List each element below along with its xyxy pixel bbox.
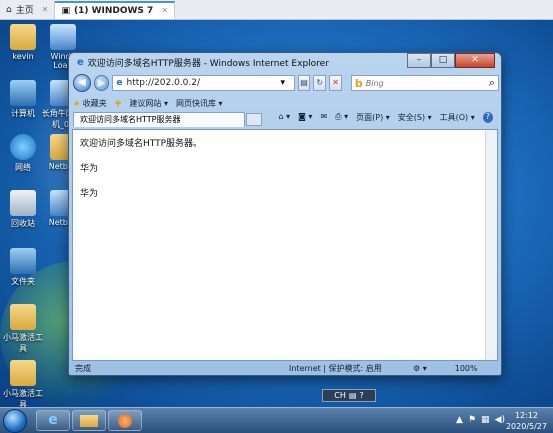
window-title: 欢迎访问多域名HTTP服务器 - Windows Internet Explor… (87, 58, 329, 69)
zoom-level[interactable]: 100% (455, 364, 478, 373)
status-text: 完成 (75, 364, 91, 373)
desktop: kevin Windo Load 计算机 长角牛网 控机_01 网络 Netbo… (0, 20, 553, 407)
minimize-button[interactable]: – (407, 53, 431, 68)
taskbar-media-player-button[interactable] (108, 410, 142, 431)
address-bar[interactable]: e ▾ (112, 75, 295, 91)
search-input[interactable] (365, 78, 486, 88)
folder-icon (10, 360, 36, 386)
window-controls: – □ ✕ (407, 53, 495, 68)
home-icon: ⌂ (6, 4, 12, 15)
taskbar: e ▲ ⚑ ▦ ◀) 12:12 2020/5/27 (0, 407, 553, 433)
network-tray-icon[interactable]: ▦ (481, 415, 490, 425)
feeds-icon[interactable]: ◙ ▾ (298, 112, 312, 123)
favorites-bar: ★ 收藏夹 ✚ 建议网站 ▾ 网页快讯库 ▾ (73, 96, 499, 111)
app-icon (50, 24, 76, 50)
vm-icon: ▣ (61, 5, 70, 16)
status-bar: 完成 Internet | 保护模式: 启用 ⚙ ▾ 100% (72, 362, 498, 375)
keyboard-icon: ▤ (348, 391, 357, 400)
start-button[interactable] (3, 409, 27, 433)
clock-date: 2020/5/27 (505, 422, 547, 431)
add-favorite-icon[interactable]: ✚ (115, 99, 122, 108)
taskbar-ie-button[interactable]: e (36, 410, 70, 431)
network-icon (10, 134, 36, 160)
forward-button[interactable]: ▶ (93, 75, 110, 91)
back-button[interactable]: ◀ (73, 74, 91, 92)
navigation-bar: ◀ ▶ e ▾ ▤ ↻ ✕ b ⌕ (73, 72, 499, 94)
desktop-icon-label: 文件夹 (11, 277, 35, 286)
volume-icon[interactable]: ◀) (495, 415, 505, 425)
clock-time: 12:12 (514, 411, 539, 420)
close-button[interactable]: ✕ (455, 53, 495, 68)
desktop-icon-activator-2[interactable]: 小马激活工具 (0, 360, 46, 407)
flag-icon[interactable]: ⚑ (468, 415, 476, 425)
stop-button[interactable]: ✕ (329, 75, 342, 91)
maximize-button[interactable]: □ (431, 53, 455, 68)
host-tab-vm-label: (1) WINDOWS 7 (73, 5, 154, 16)
desktop-icon-app[interactable]: 文件夹 (0, 248, 46, 287)
notification-icon[interactable]: ▲ (456, 415, 463, 425)
print-icon[interactable]: ⎙ ▾ (335, 112, 348, 123)
ie-logo-icon: e (77, 56, 84, 68)
safety-menu[interactable]: 安全(S) ▾ (398, 112, 432, 123)
host-tab-home[interactable]: ⌂ 主页 ✕ (0, 0, 56, 19)
star-icon: ★ (73, 99, 81, 108)
folder-icon (80, 415, 98, 427)
user-folder-icon (10, 24, 36, 50)
desktop-icon-label: 小马激活工具 (3, 389, 43, 407)
refresh-button[interactable]: ↻ (313, 75, 327, 91)
ie-logo-icon: e (48, 412, 58, 428)
suggested-sites-link[interactable]: 建议网站 ▾ (129, 98, 168, 109)
system-tray: ▲ ⚑ ▦ ◀) (456, 415, 505, 425)
page-menu[interactable]: 页面(P) ▾ (356, 112, 390, 123)
ie-page-icon: e (116, 78, 123, 88)
compatibility-button[interactable]: ▤ (297, 75, 311, 91)
host-tab-home-label: 主页 (15, 6, 34, 16)
language-label: CH (334, 391, 346, 400)
bing-icon: b (354, 76, 363, 90)
title-bar[interactable]: e 欢迎访问多域名HTTP服务器 - Windows Internet Expl… (69, 53, 501, 71)
clock[interactable]: 12:12 2020/5/27 (506, 410, 547, 432)
help-icon: ? (359, 391, 364, 400)
taskbar-explorer-button[interactable] (72, 410, 106, 431)
desktop-icon-label: 小马激活工具 (3, 333, 43, 353)
content-line: 华为 (80, 164, 99, 174)
desktop-icon-activator-1[interactable]: 小马激活工具 (0, 304, 46, 354)
host-tab-bar: ⌂ 主页 ✕ ▣ (1) WINDOWS 7 ✕ (0, 0, 553, 20)
folder-icon (10, 304, 36, 330)
content-line: 华为 (80, 189, 99, 199)
tab-current-page[interactable]: 欢迎访问多域名HTTP服务器 (73, 112, 245, 127)
vertical-scrollbar[interactable] (485, 130, 497, 360)
protected-mode-icon[interactable]: ⚙ ▾ (413, 364, 427, 373)
app-icon (10, 248, 36, 274)
page-content: 欢迎访问多域名HTTP服务器。 华为 华为 (72, 129, 498, 361)
host-tab-vm[interactable]: ▣ (1) WINDOWS 7 ✕ (55, 0, 176, 19)
recycle-bin-icon (10, 190, 36, 216)
new-tab-button[interactable] (246, 113, 262, 126)
search-box[interactable]: b ⌕ (350, 75, 499, 91)
search-icon[interactable]: ⌕ (489, 76, 495, 90)
security-zone[interactable]: Internet | 保护模式: 启用 (289, 363, 399, 374)
home-icon[interactable]: ⌂ ▾ (278, 112, 290, 123)
help-menu[interactable]: ? (482, 112, 493, 123)
language-bar[interactable]: CH ▤ ? (322, 389, 376, 402)
favorites-label: 收藏夹 (82, 99, 107, 108)
mail-icon[interactable]: ✉ (320, 112, 327, 123)
media-player-icon (118, 414, 132, 428)
address-input[interactable] (126, 78, 277, 88)
chevron-down-icon[interactable]: ▾ (280, 78, 285, 88)
close-icon[interactable]: ✕ (42, 5, 49, 14)
ie-window[interactable]: e 欢迎访问多域名HTTP服务器 - Windows Internet Expl… (68, 52, 502, 376)
content-heading: 欢迎访问多域名HTTP服务器。 (80, 139, 203, 149)
computer-icon (10, 80, 36, 106)
web-slice-gallery-link[interactable]: 网页快讯库 ▾ (176, 98, 223, 109)
close-icon[interactable]: ✕ (161, 6, 168, 15)
tools-menu[interactable]: 工具(O) ▾ (440, 112, 475, 123)
command-bar: ⌂ ▾ ◙ ▾ ✉ ⎙ ▾ 页面(P) ▾ 安全(S) ▾ 工具(O) ▾ ? (278, 112, 493, 123)
favorites-button[interactable]: ★ 收藏夹 (73, 98, 107, 109)
